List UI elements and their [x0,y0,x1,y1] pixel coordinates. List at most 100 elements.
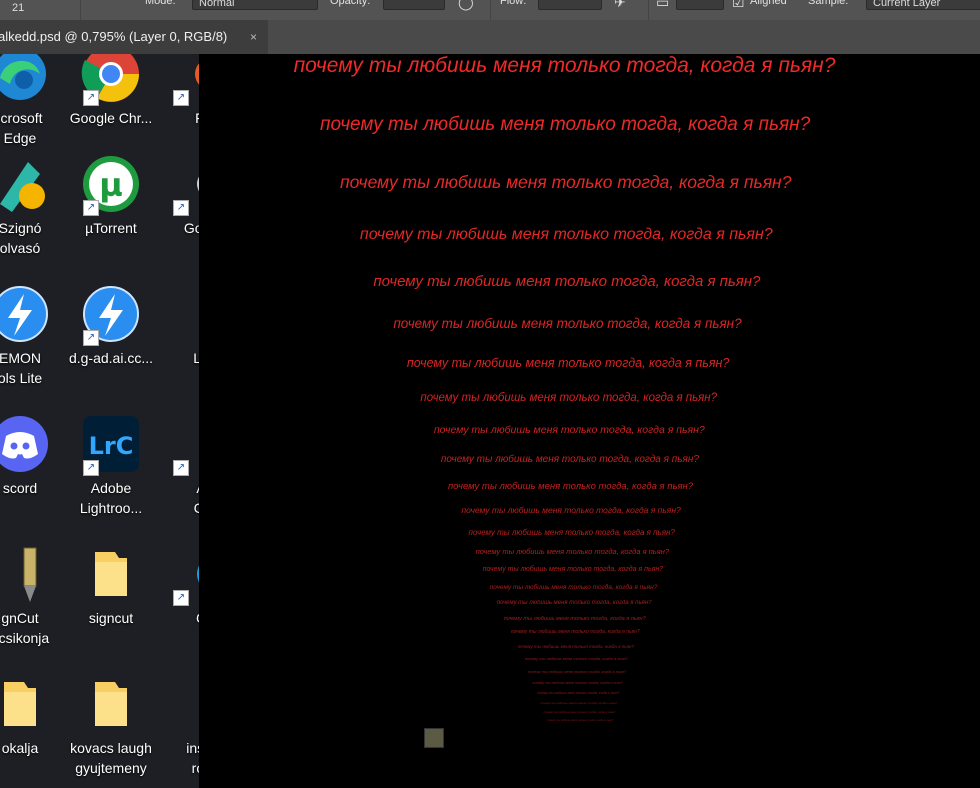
desktop-icon-install[interactable]: insta roll [156,674,199,778]
shortcut-arrow-icon: ↗ [173,200,189,216]
shortcut-arrow-icon: ↗ [83,460,99,476]
separator [490,0,491,20]
repeated-text-line: почему ты любишь меня только тогда, когд… [543,710,616,714]
repeated-text-line: почему ты любишь меня только тогда, когд… [359,226,773,243]
repeated-text-line: почему ты любишь меня только тогда, когд… [537,691,620,695]
document-tab-bar: alkedd.psd @ 0,795% (Layer 0, RGB/8) × [0,20,980,55]
desktop-icon-szigno[interactable]: Szignó olvasó [0,154,65,258]
repeated-text-line: почему ты любишь меня только тогда, когд… [528,670,627,674]
aligned-label: Aligned [750,0,787,7]
brush-size[interactable]: 21 [12,2,24,14]
desktop-icon-daemon-tools[interactable]: EMON ols Lite [0,284,65,388]
utorrent-glyph: µ [99,166,123,204]
document-tab-title: alkedd.psd @ 0,795% (Layer 0, RGB/8) [0,29,228,44]
pressure-icon[interactable]: ◯ [458,0,474,11]
desktop-icon-signcut[interactable]: gnCut ncsikonja [0,544,65,648]
repeated-text-line: почему ты любишь меня только тогда, когд… [482,566,664,573]
edge-icon [0,54,50,104]
desktop-icon-edge[interactable]: icrosoft Edge [0,54,65,148]
desktop-icon-label: µTorrent [85,220,137,236]
opacity-field[interactable] [383,0,445,10]
airbrush-icon[interactable]: ✈ [614,0,626,11]
repeated-text-line: почему ты любишь меня только тогда, когд… [503,616,646,622]
desktop-icon-label: Lo [193,350,199,366]
desktop-icon-label: Szignó olvasó [0,220,42,256]
canvas-thumbnail [424,728,444,748]
desktop-icon-label: d.g-ad.ai.cc... [68,350,154,366]
angle-icon[interactable]: ▭ [656,0,669,11]
repeated-text-line: почему ты любишь меня только тогда, когд… [440,454,699,465]
desktop-icon-label: Adobe Lightroo... [79,480,143,516]
sample-label: Sample: [808,0,849,7]
desktop-icon-kovacs-folder[interactable]: kovacs laugh gyujtemeny [66,674,156,778]
desktop-icon-discord[interactable]: scord [0,414,65,498]
photoshop-canvas[interactable]: почему ты любишь меня только тогда, когд… [199,54,980,788]
shortcut-arrow-icon: ↗ [83,90,99,106]
desktop-icon-dg-ad[interactable]: ↗ d.g-ad.ai.cc... [66,284,156,368]
repeated-text-line: почему ты любишь меня только тогда, когд… [546,719,614,722]
repeated-text-line: почему ты любишь меня только тогда, когд… [475,547,670,556]
desktop-icon-lightroom[interactable]: LrC ↗ Adobe Lightroo... [66,414,156,518]
discord-icon [0,414,50,474]
repeated-text-line: почему ты любишь меня только тогда, когд… [540,701,618,705]
desktop-icon-c-app[interactable]: ↗ C [156,544,199,628]
desktop-icon-lo[interactable]: Lo [156,284,199,368]
repeated-text-line: почему ты любишь меня только тогда, когд… [320,114,811,135]
desktop-icon-label: insta roll [186,740,199,776]
folder-icon [171,674,199,734]
shortcut-arrow-icon: ↗ [173,590,189,606]
mode-select[interactable]: Normal [192,0,318,10]
folder-icon [81,674,141,734]
angle-field[interactable] [676,0,724,10]
lightroom-icon: LrC ↗ [81,414,141,476]
opacity-label: Opacity: [330,0,371,7]
desktop-icon-label: scord [2,480,38,496]
folder-icon [0,674,50,734]
sample-select[interactable]: Current Layer [866,0,980,10]
repeated-text-line: почему ты любишь меня только тогда, когд… [517,644,634,649]
utorrent-icon: µ ↗ [81,154,141,216]
repeated-text-line: почему ты любишь меня только тогда, когд… [433,424,705,436]
desktop-icon-label: kovacs laugh gyujtemeny [70,740,152,776]
desktop-icon-google[interactable]: ↗ Goog [156,154,199,238]
desktop-icon-firefox[interactable]: ↗ Fi [156,54,199,128]
desktop-icon-label: okalja [1,740,39,756]
shortcut-arrow-icon: ↗ [173,460,189,476]
desktop-icon-chrome[interactable]: ↗ Google Chr... [66,54,156,128]
repeated-text-line: почему ты любишь меня только тогда, когд… [524,656,629,661]
repeated-text-line: почему ты любишь меня только тогда, когд… [510,629,640,635]
options-bar: 21 Mode: Normal Opacity: ◯ Flow: ✈ ▭ ☑ A… [0,0,980,20]
desktop-icon-label: Goog [183,220,199,236]
desktop-icon-signcut-folder[interactable]: signcut [66,544,156,628]
repeated-text-line: почему ты любишь меня только тогда, когд… [461,505,681,515]
desktop-icon-label: icrosoft Edge [0,110,43,146]
repeated-text-line: почему ты любишь меня только тогда, когд… [468,528,675,537]
desktop-icon-label: Fi [156,108,199,128]
google-icon: ↗ [171,154,199,216]
flow-field[interactable] [538,0,602,10]
desktop: icrosoft Edge ↗ Google Chr... ↗ Fi Szign… [0,54,199,788]
desktop-icon-label: gnCut ncsikonja [0,610,50,646]
desktop-icon-label: signcut [88,610,134,626]
folder-icon [81,544,141,604]
document-tab[interactable]: alkedd.psd @ 0,795% (Layer 0, RGB/8) × [0,20,268,54]
separator [648,0,649,20]
mode-label: Mode: [145,0,176,7]
separator [80,0,81,20]
szigno-icon [0,154,50,214]
lightning-icon: ↗ [81,284,141,346]
desktop-icon-adobe-cr[interactable]: ↗ A Cr [156,414,199,518]
aligned-checkbox-icon[interactable]: ☑ [732,0,745,11]
firefox-icon: ↗ [171,54,199,106]
flow-label: Flow: [500,0,527,7]
desktop-icon-label: C [156,608,199,628]
pen-tool-icon [0,544,50,604]
repeated-text-line: почему ты любишь меня только тогда, когд… [373,273,761,290]
creative-cloud-icon: ↗ [171,414,199,476]
desktop-icon-bokalja[interactable]: okalja [0,674,65,758]
close-icon[interactable]: × [250,20,257,54]
desktop-icon-utorrent[interactable]: µ ↗ µTorrent [66,154,156,238]
desktop-icon-label: Google Chr... [69,110,153,126]
repeated-text-line: почему ты любишь меня только тогда, когд… [420,392,718,404]
repeated-text-line: почему ты любишь меня только тогда, когд… [406,356,730,370]
